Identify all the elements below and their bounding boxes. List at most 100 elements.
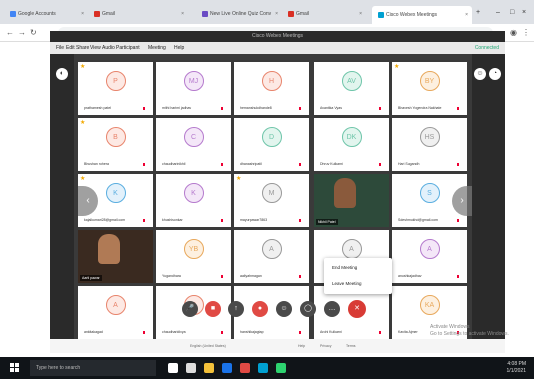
cortana-icon[interactable] (168, 363, 178, 373)
leave-button[interactable]: ✕ (348, 300, 366, 318)
help-link[interactable]: Help (298, 344, 305, 348)
windows-taskbar: Type here to search 4:08 PM 1/1/2021 (0, 357, 534, 379)
participants-panel-icon[interactable]: ☺ (474, 68, 486, 80)
participant-tile[interactable]: HS Hari Sugandh (392, 118, 467, 171)
muted-mic-icon (143, 331, 145, 334)
mute-button[interactable]: 🎤 (182, 301, 198, 317)
participant-tile[interactable]: ★ B Bhushan rohera (78, 118, 153, 171)
participant-tile[interactable]: Aankitakagad (78, 286, 153, 339)
participant-avatar: C (183, 127, 204, 147)
left-panel: ◐ (50, 54, 74, 339)
participants-button[interactable]: ☺ (276, 301, 292, 317)
participant-tile[interactable]: Ddhanashripatil (234, 118, 309, 171)
tab-favicon-icon (10, 10, 16, 17)
end-meeting-item[interactable]: End Meeting (332, 265, 357, 270)
language-select[interactable]: English (United States) (190, 344, 226, 348)
participant-avatar: BY (419, 71, 440, 91)
tab-favicon-icon (94, 10, 100, 17)
participant-avatar: A (419, 239, 440, 259)
activate-windows-watermark: Activate Windows Go to Settings to activ… (430, 324, 509, 337)
forward-icon[interactable]: → (18, 28, 26, 37)
participant-tile[interactable]: AV Avantika Vyas (314, 62, 389, 115)
browser-tab[interactable]: Google Accounts × (4, 8, 88, 20)
terms-link[interactable]: Terms (346, 344, 356, 348)
clock-time: 4:08 PM (507, 361, 526, 367)
layout-icon[interactable]: ◐ (56, 68, 68, 80)
chat-panel-icon[interactable]: ◔ (489, 68, 501, 80)
participant-name: Yugandhara (162, 274, 181, 278)
file-explorer-icon[interactable] (204, 363, 214, 373)
record-button[interactable]: ● (252, 301, 268, 317)
menu-item-file[interactable]: File (56, 45, 64, 51)
tab-close-icon[interactable]: × (275, 8, 278, 20)
webex-footer: English (United States) Help Privacy Ter… (50, 339, 505, 353)
participant-tile[interactable]: DK Dhruv Kulkarni (314, 118, 389, 171)
menu-item-audio[interactable]: Audio (102, 45, 115, 51)
share-button[interactable]: ↑ (228, 301, 244, 317)
profile-icon[interactable]: ◉ (510, 28, 517, 37)
participant-tile[interactable]: Cchaudharinikhil (156, 118, 231, 171)
leave-meeting-item[interactable]: Leave Meeting (332, 281, 362, 286)
menu-item-view[interactable]: View (90, 45, 101, 51)
chat-button[interactable]: ◯ (300, 301, 316, 317)
participant-avatar: A (261, 239, 282, 259)
tab-close-icon[interactable]: × (81, 8, 84, 20)
privacy-link[interactable]: Privacy (320, 344, 331, 348)
participant-name: Arohi Kulkarni (320, 330, 342, 334)
participant-tile[interactable]: Aaaliyahmagan (234, 230, 309, 283)
close-icon[interactable]: × (522, 9, 526, 16)
participant-name: Hari Sugandh (398, 162, 420, 166)
app-icon[interactable] (276, 363, 286, 373)
edge-icon[interactable] (222, 363, 232, 373)
menu-item-help[interactable]: Help (174, 45, 184, 51)
more-button[interactable]: … (324, 301, 340, 317)
participant-name: anushkajadhav (398, 274, 422, 278)
right-panel: ☺ ◔ (472, 54, 505, 339)
maximize-icon[interactable]: □ (510, 9, 514, 16)
participant-tile[interactable]: Kkhushisonkar (156, 174, 231, 227)
muted-mic-icon (457, 219, 459, 222)
menu-icon[interactable]: ⋮ (522, 28, 530, 37)
tab-label: Google Accounts (18, 11, 56, 17)
participant-tile[interactable]: ★ BY Bhavesh Yogendra Nakhate (392, 62, 467, 115)
menu-item-share[interactable]: Share (76, 45, 89, 51)
menu-item-meeting[interactable]: Meeting (148, 45, 166, 51)
participant-tile[interactable]: Aanushkajadhav (392, 230, 467, 283)
participant-video[interactable]: Aarti pawar (78, 230, 153, 283)
browser-tab[interactable]: Gmail × (282, 8, 366, 20)
menu-item-participant[interactable]: Participant (116, 45, 140, 51)
video-person (334, 178, 356, 208)
participant-tile[interactable]: YB Yugandhara (156, 230, 231, 283)
tab-close-icon[interactable]: × (181, 8, 184, 20)
chrome-icon[interactable] (240, 363, 250, 373)
muted-mic-icon (457, 107, 459, 110)
browser-tab[interactable]: Gmail × (88, 8, 188, 20)
meeting-control-bar: 🎤 ■ ↑ ● ☺ ◯ … ✕ (180, 296, 370, 320)
participant-tile[interactable]: Hhemanshukdhande8 (234, 62, 309, 115)
participant-tile[interactable]: ★ Pprathamesh patel (78, 62, 153, 115)
tab-close-icon[interactable]: × (465, 6, 468, 24)
windows-start-icon[interactable] (10, 363, 20, 373)
new-tab-button[interactable]: + (476, 9, 480, 16)
menu-item-edit[interactable]: Edit (66, 45, 75, 51)
browser-tab[interactable]: New Live Online Quiz Conv × (196, 8, 282, 20)
muted-mic-icon (143, 219, 145, 222)
video-button[interactable]: ■ (205, 301, 221, 317)
participant-tile[interactable]: MJ mithi harimi jadhav (156, 62, 231, 115)
tab-close-icon[interactable]: × (359, 8, 362, 20)
participant-video[interactable]: Nikhil Patel (314, 174, 389, 227)
participant-tile[interactable]: ★ Mmayurpawar7863 (234, 174, 309, 227)
muted-mic-icon (221, 331, 223, 334)
back-icon[interactable]: ← (6, 28, 14, 37)
participant-name: aaliyahmagan (240, 274, 262, 278)
taskbar-search-input[interactable]: Type here to search (30, 360, 156, 376)
host-star-icon: ★ (236, 176, 242, 182)
participant-name: mayurpawar7863 (240, 218, 268, 222)
participant-name: dhanashripatil (240, 162, 262, 166)
webex-icon[interactable] (258, 363, 268, 373)
minimize-icon[interactable]: – (496, 9, 500, 16)
participant-name: Bhavesh Yogendra Nakhate (398, 106, 442, 110)
browser-tab[interactable]: Cisco Webex Meetings × (372, 6, 472, 24)
task-view-icon[interactable] (186, 363, 196, 373)
reload-icon[interactable]: ↻ (30, 28, 37, 37)
